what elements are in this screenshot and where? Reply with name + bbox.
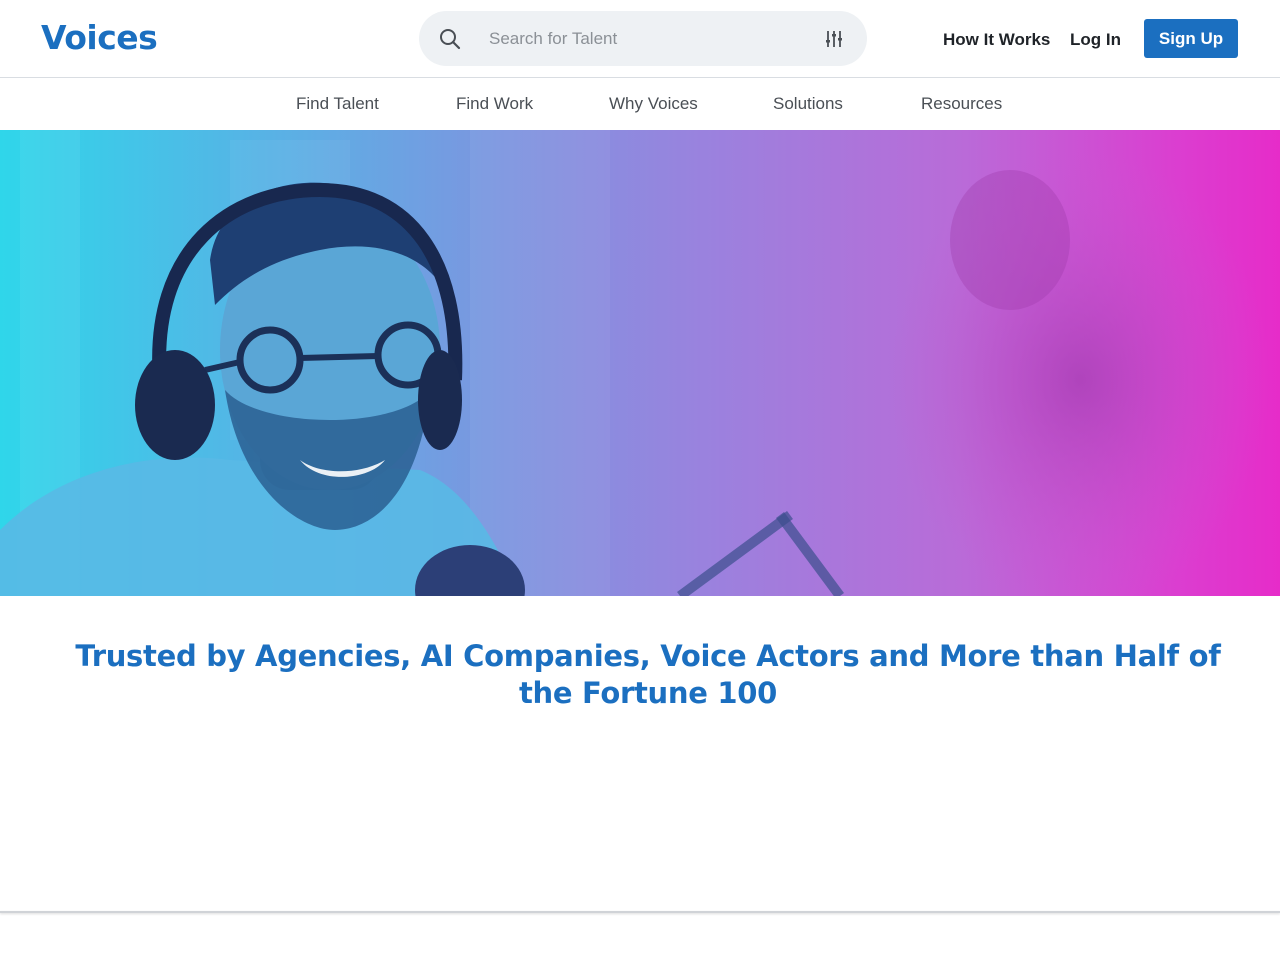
sign-up-button[interactable]: Sign Up bbox=[1144, 19, 1238, 58]
search-icon[interactable] bbox=[439, 28, 461, 50]
how-it-works-link[interactable]: How It Works bbox=[943, 29, 1050, 51]
filter-sliders-icon[interactable] bbox=[825, 30, 843, 48]
section-divider bbox=[0, 911, 1280, 913]
nav-item-find-talent[interactable]: Find Talent bbox=[296, 93, 379, 115]
nav-item-find-work[interactable]: Find Work bbox=[456, 93, 533, 115]
trusted-by-headline: Trusted by Agencies, AI Companies, Voice… bbox=[75, 639, 1221, 710]
talent-search-bar[interactable] bbox=[419, 11, 867, 66]
hero-image bbox=[0, 130, 1270, 596]
search-input[interactable] bbox=[489, 23, 809, 55]
voices-logo[interactable]: Voices bbox=[41, 17, 158, 59]
main-navigation: Find Talent Find Work Why Voices Solutio… bbox=[0, 78, 1280, 130]
log-in-link[interactable]: Log In bbox=[1070, 29, 1121, 51]
hero-banner bbox=[0, 130, 1280, 596]
nav-item-why-voices[interactable]: Why Voices bbox=[609, 93, 698, 115]
nav-item-resources[interactable]: Resources bbox=[921, 93, 1002, 115]
nav-item-solutions[interactable]: Solutions bbox=[773, 93, 843, 115]
site-header: Voices How It Works Log In Sign Up bbox=[0, 0, 1280, 78]
